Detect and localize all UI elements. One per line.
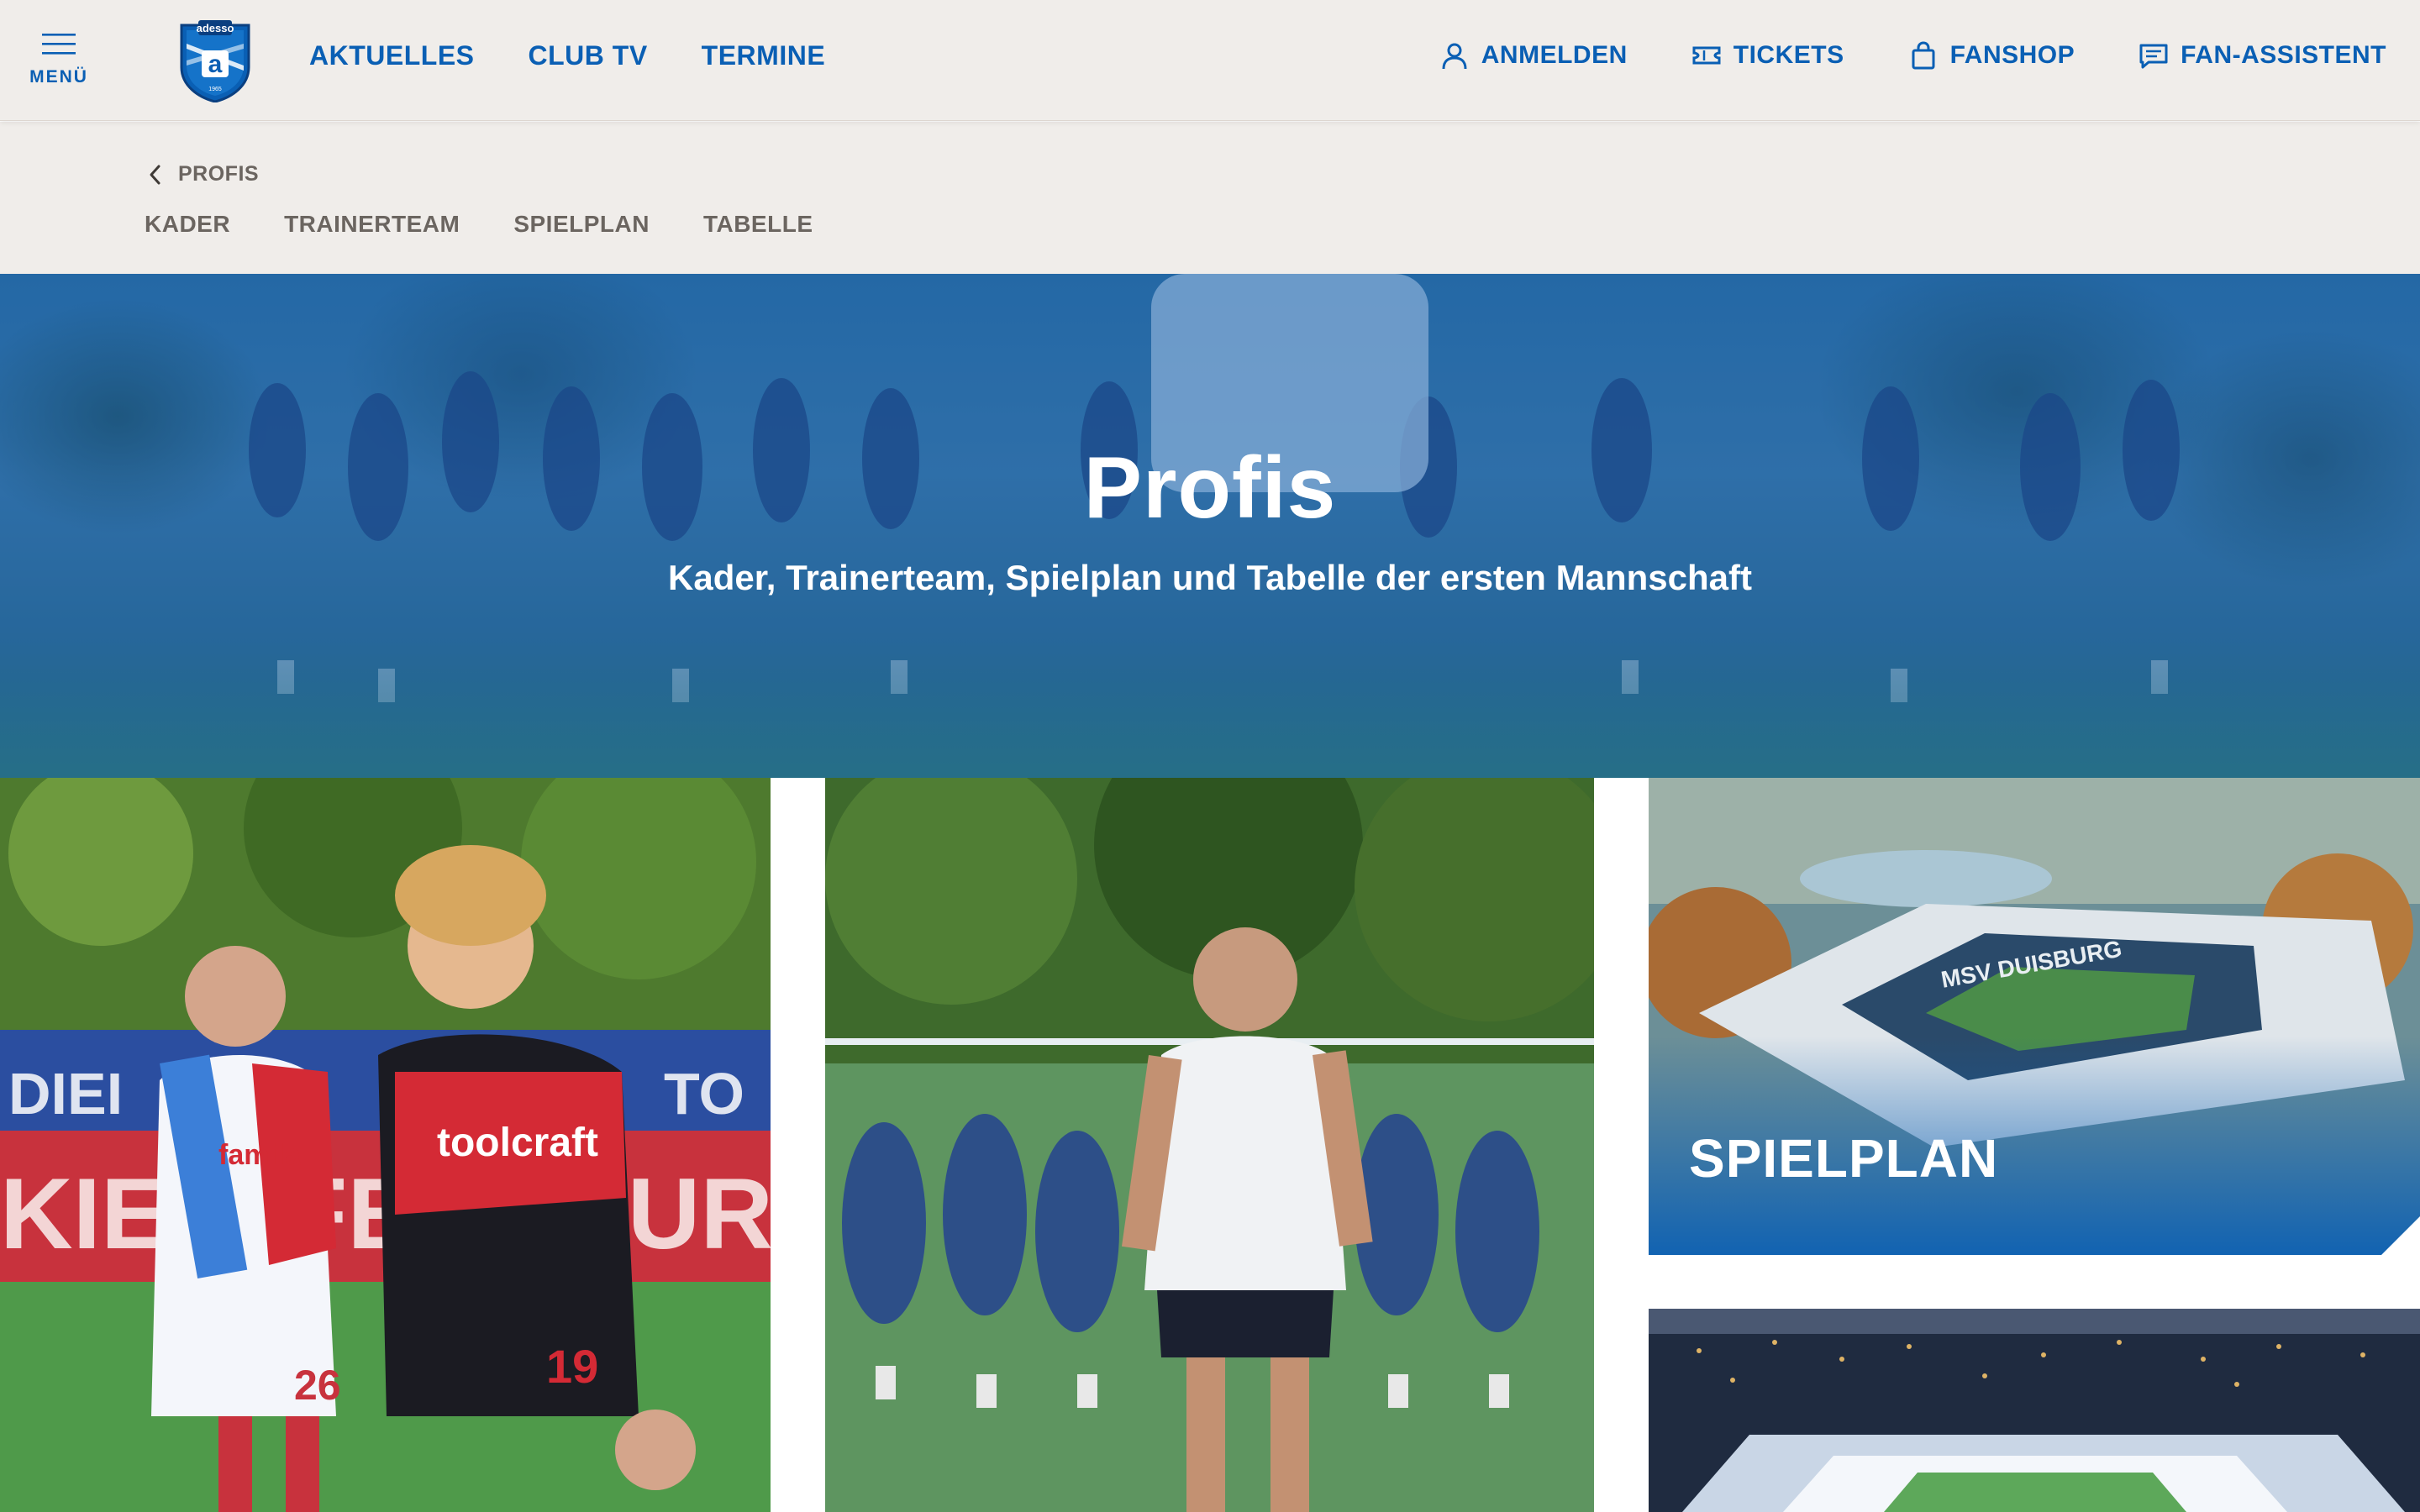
- menu-label: MENÜ: [29, 67, 88, 87]
- spielplan-card[interactable]: MSV DUISBURG SPIELPLAN: [1649, 778, 2420, 1255]
- hamburger-icon: [42, 34, 76, 55]
- shopping-bag-icon: [1912, 41, 1935, 70]
- club-crest-icon: adesso a 1965: [180, 20, 250, 103]
- hero-banner: Profis Kader, Trainerteam, Spielplan und…: [0, 274, 2420, 778]
- sub-navigation: PROFIS KADER TRAINERTEAM SPIELPLAN TABEL…: [0, 122, 2420, 274]
- login-link[interactable]: ANMELDEN: [1439, 40, 1628, 71]
- svg-text:26: 26: [294, 1362, 341, 1409]
- page-title: Profis: [1083, 439, 1337, 537]
- menu-button[interactable]: MENÜ: [25, 32, 92, 99]
- fan-assistant-link[interactable]: FAN-ASSISTENT: [2139, 40, 2386, 71]
- trainerteam-photo: [825, 778, 1594, 1512]
- tab-spielplan[interactable]: SPIELPLAN: [513, 211, 650, 238]
- tab-kader[interactable]: KADER: [145, 211, 230, 238]
- fan-assistant-label: FAN-ASSISTENT: [2181, 41, 2386, 69]
- tab-trainerteam[interactable]: TRAINERTEAM: [284, 211, 460, 238]
- fanshop-label: FANSHOP: [1949, 41, 2075, 69]
- svg-text:1965: 1965: [208, 87, 222, 92]
- svg-text:TO: TO: [664, 1061, 744, 1126]
- club-logo[interactable]: adesso a 1965: [176, 18, 254, 103]
- nav-termine[interactable]: TERMINE: [702, 40, 826, 71]
- spielplan-card-label: SPIELPLAN: [1689, 1128, 1999, 1189]
- page-subtitle: Kader, Trainerteam, Spielplan und Tabell…: [668, 558, 1752, 597]
- back-label: PROFIS: [178, 162, 260, 186]
- back-to-profis-link[interactable]: PROFIS: [146, 162, 259, 186]
- svg-text:toolcraft: toolcraft: [437, 1121, 598, 1165]
- nav-club-tv[interactable]: CLUB TV: [529, 40, 648, 71]
- tab-tabelle[interactable]: TABELLE: [703, 211, 813, 238]
- section-tabs: KADER TRAINERTEAM SPIELPLAN TABELLE: [145, 211, 813, 238]
- svg-text:a: a: [208, 50, 223, 78]
- site-header: MENÜ adesso a 1965 AKTUELLES CLUB TV TER…: [0, 0, 2420, 121]
- svg-text:19: 19: [546, 1340, 598, 1393]
- user-icon: [1442, 43, 1467, 70]
- main-nav: AKTUELLES CLUB TV TERMINE: [309, 40, 825, 71]
- tickets-link[interactable]: TICKETS: [1691, 40, 1844, 71]
- svg-text:adesso: adesso: [197, 22, 234, 34]
- nav-aktuelles[interactable]: AKTUELLES: [309, 40, 475, 71]
- chevron-left-icon: [150, 165, 160, 184]
- stadium-night-photo: [1649, 1309, 2420, 1512]
- trainerteam-card[interactable]: [825, 778, 1594, 1512]
- svg-text:DIEI: DIEI: [8, 1061, 123, 1126]
- utility-nav: ANMELDEN TICKETS FANSHOP FAN-ASSISTENT: [1439, 40, 2386, 71]
- fanshop-link[interactable]: FANSHOP: [1908, 40, 2075, 71]
- kader-card[interactable]: DIEI TO KIEL, FENSBURG famila 26 toolcra…: [0, 778, 771, 1512]
- ticket-icon: [1692, 46, 1721, 65]
- tickets-label: TICKETS: [1733, 41, 1844, 69]
- kader-photo: DIEI TO KIEL, FENSBURG famila 26 toolcra…: [0, 778, 771, 1512]
- svg-text:famila: famila: [218, 1139, 302, 1171]
- login-label: ANMELDEN: [1481, 41, 1628, 69]
- tabelle-card[interactable]: [1649, 1309, 2420, 1512]
- chat-icon: [2139, 44, 2168, 69]
